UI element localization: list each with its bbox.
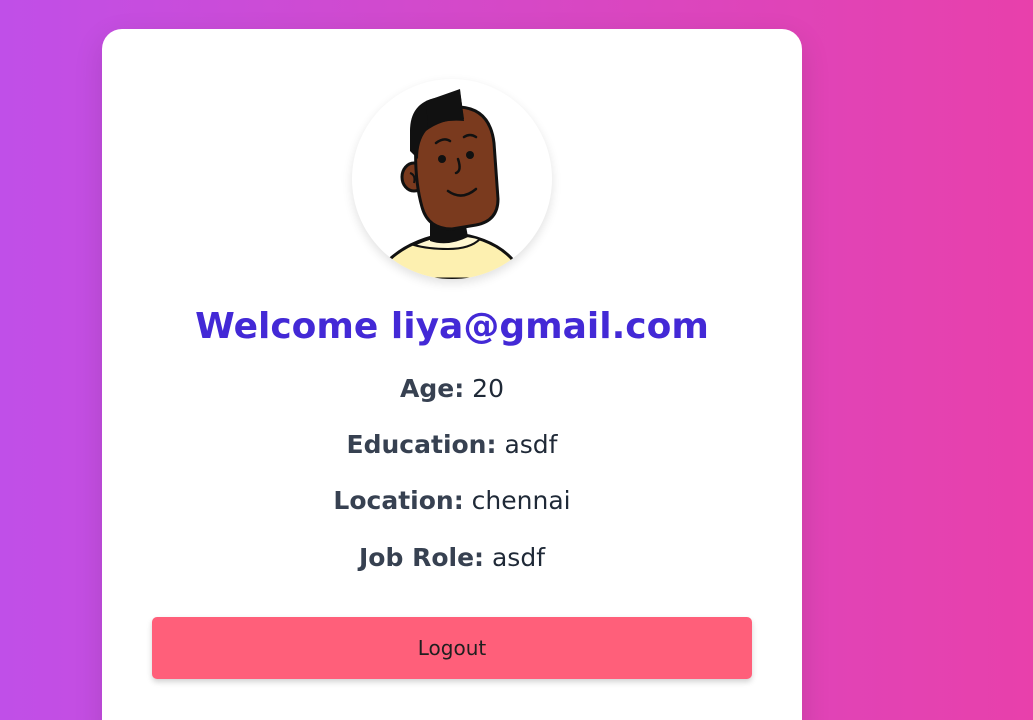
age-value: 20 <box>472 374 504 403</box>
age-row: Age: 20 <box>102 374 802 404</box>
age-label: Age: <box>400 374 465 403</box>
profile-card: Welcome liya@gmail.com Age: 20 Education… <box>102 29 802 720</box>
job-role-label: Job Role: <box>359 543 485 572</box>
job-role-row: Job Role: asdf <box>102 543 802 573</box>
user-email: liya@gmail.com <box>390 306 709 347</box>
welcome-title: Welcome liya@gmail.com <box>102 305 802 348</box>
education-label: Education: <box>346 430 497 459</box>
avatar-illustration-icon <box>388 89 514 279</box>
logout-button[interactable]: Logout <box>152 617 752 679</box>
avatar <box>352 79 552 279</box>
welcome-prefix: Welcome <box>195 306 379 347</box>
job-role-value: asdf <box>491 543 545 572</box>
location-label: Location: <box>333 486 464 515</box>
education-row: Education: asdf <box>102 430 802 460</box>
location-value: chennai <box>471 486 571 515</box>
education-value: asdf <box>504 430 558 459</box>
location-row: Location: chennai <box>102 486 802 516</box>
